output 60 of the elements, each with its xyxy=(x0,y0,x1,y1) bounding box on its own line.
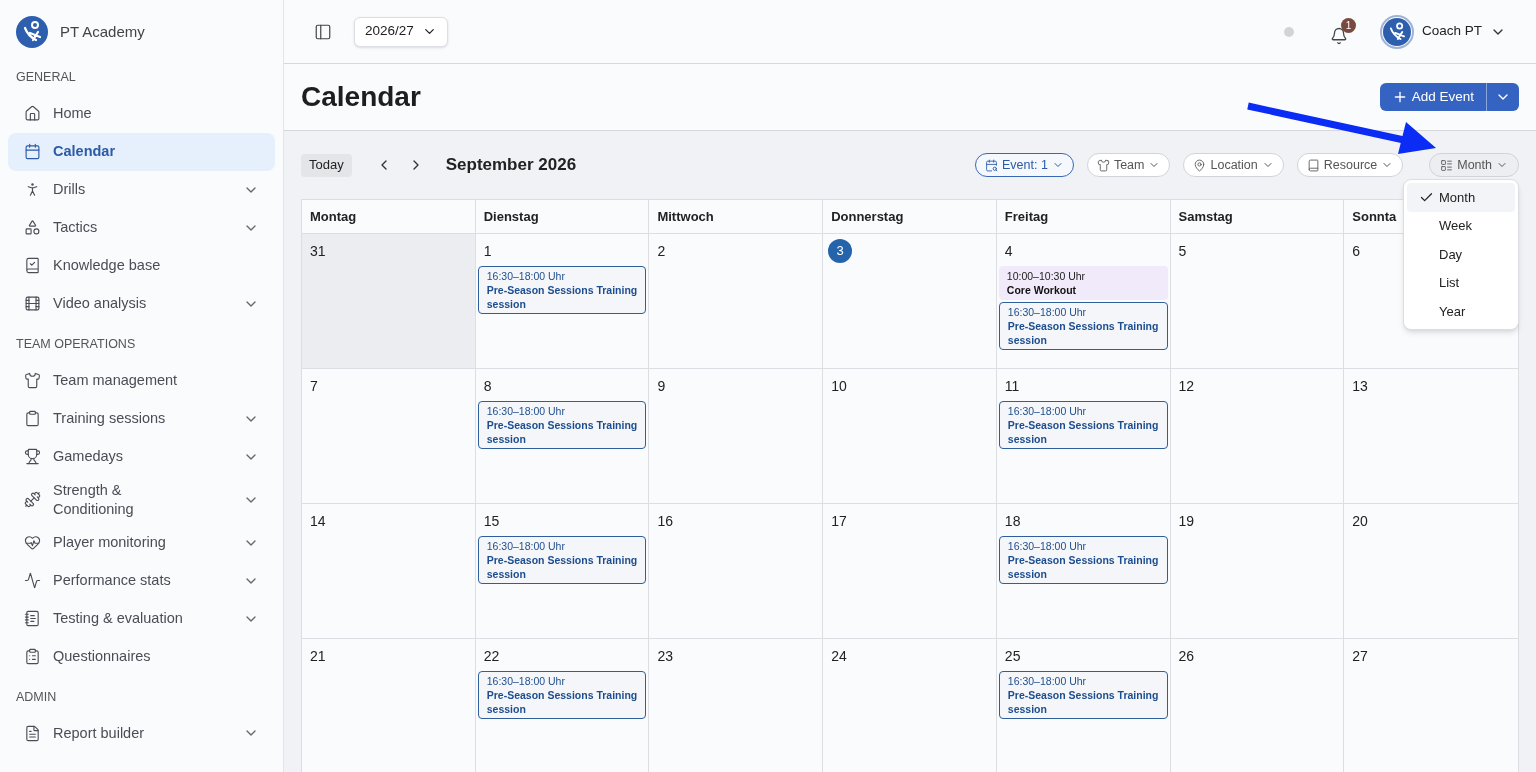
day-number: 1 xyxy=(483,241,492,261)
day-number: 15 xyxy=(483,511,500,531)
day-number: 17 xyxy=(831,511,847,531)
day-number: 3 xyxy=(828,239,853,263)
event-title: Pre-Season Sessions Training session xyxy=(1007,553,1159,581)
weekday-header: Dienstag xyxy=(483,207,539,226)
event-title: Pre-Season Sessions Training session xyxy=(1007,688,1159,716)
event-time: 16:30–18:00 Uhr xyxy=(1007,674,1088,688)
notification-badge: 1 xyxy=(1340,18,1356,33)
day-number: 23 xyxy=(657,646,673,666)
day-number: 19 xyxy=(1178,511,1195,531)
event-time: 16:30–18:00 Uhr xyxy=(486,269,566,283)
day-number: 6 xyxy=(1352,241,1361,261)
day-number: 31 xyxy=(310,241,326,261)
brand-name: PT Academy xyxy=(60,21,145,42)
event-title: Pre-Season Sessions Training session xyxy=(486,553,638,581)
section-title: TEAM OPERATIONS xyxy=(15,335,137,353)
day-number: 25 xyxy=(1004,646,1021,666)
event-time: 16:30–18:00 Uhr xyxy=(1007,404,1088,418)
day-number: 13 xyxy=(1352,376,1368,396)
weekday-header: Sonnta xyxy=(1352,207,1397,226)
event-title: Pre-Season Sessions Training session xyxy=(486,418,638,446)
day-number: 12 xyxy=(1178,376,1195,396)
day-number: 10 xyxy=(831,376,847,396)
day-number: 22 xyxy=(483,646,500,666)
weekday-header: Montag xyxy=(310,207,357,226)
weekday-header: Donnerstag xyxy=(831,207,904,226)
event-title: Pre-Season Sessions Training session xyxy=(486,283,638,311)
day-number: 7 xyxy=(310,376,318,396)
day-number: 21 xyxy=(310,646,326,666)
section-title: GENERAL xyxy=(15,69,77,86)
event-time: 16:30–18:00 Uhr xyxy=(1007,539,1088,553)
month-label: September 2026 xyxy=(445,154,577,177)
day-number: 26 xyxy=(1178,646,1195,666)
day-number: 24 xyxy=(831,646,847,666)
weekday-header: Mittwoch xyxy=(657,207,714,226)
day-number: 14 xyxy=(310,511,326,531)
day-number: 9 xyxy=(657,376,666,396)
event-title: Core Workout xyxy=(1006,283,1078,297)
event-title: Pre-Season Sessions Training session xyxy=(1007,319,1159,347)
day-number: 4 xyxy=(1004,241,1013,261)
day-number: 16 xyxy=(657,511,673,531)
event-title: Pre-Season Sessions Training session xyxy=(1007,418,1159,446)
day-number: 2 xyxy=(657,241,666,261)
event-title: Pre-Season Sessions Training session xyxy=(486,688,638,716)
event-time: 16:30–18:00 Uhr xyxy=(486,404,566,418)
event-time: 16:30–18:00 Uhr xyxy=(1007,305,1088,319)
day-number: 27 xyxy=(1352,646,1368,666)
page-title: Calendar xyxy=(301,80,421,114)
day-number: 8 xyxy=(483,376,492,396)
section-title: ADMIN xyxy=(15,688,58,706)
weekday-header: Freitag xyxy=(1004,207,1049,226)
weekday-header: Samstag xyxy=(1178,207,1233,226)
event-time: 16:30–18:00 Uhr xyxy=(486,539,566,553)
day-number: 18 xyxy=(1004,511,1021,531)
day-number: 5 xyxy=(1178,241,1187,261)
event-time: 16:30–18:00 Uhr xyxy=(486,674,566,688)
event-time: 10:00–10:30 Uhr xyxy=(1006,269,1087,283)
day-number: 11 xyxy=(1004,376,1020,396)
day-number: 20 xyxy=(1352,511,1368,531)
